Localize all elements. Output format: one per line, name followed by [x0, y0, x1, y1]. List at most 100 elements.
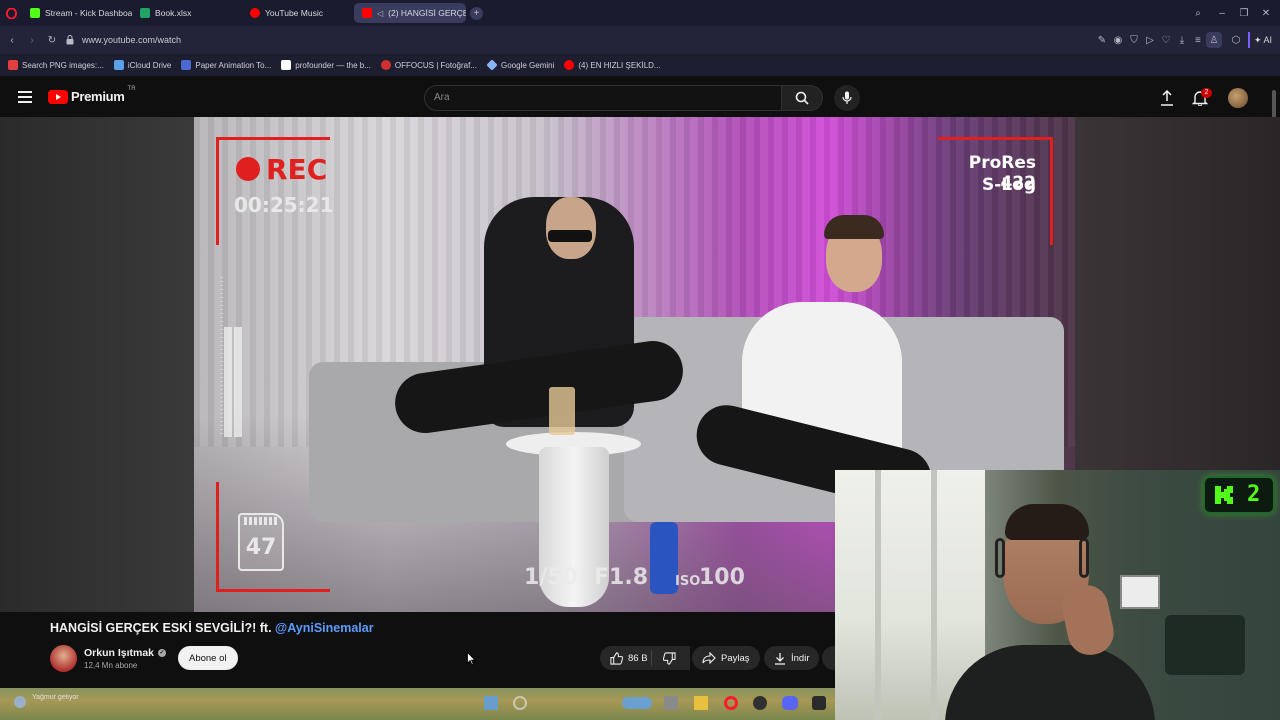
- taskbar-app-icon[interactable]: [812, 696, 826, 710]
- avatar[interactable]: [1228, 88, 1248, 108]
- kick-logo-icon: [1213, 484, 1235, 506]
- back-icon[interactable]: ‹: [4, 32, 20, 48]
- ai-icon: ✦: [1253, 34, 1262, 45]
- maximize-button[interactable]: ❐: [1236, 5, 1252, 21]
- taskbar-app-icon[interactable]: [664, 696, 678, 710]
- weather-text: Yağmur geliyor: [32, 694, 79, 701]
- person-left-head: [546, 197, 596, 259]
- speaker-icon: ◁: [377, 8, 384, 18]
- subscriber-count: 12,4 Mn abone: [84, 661, 138, 670]
- sunglasses: [548, 230, 592, 242]
- screen: Stream - Kick Dashboard Book.xlsx YouTub…: [0, 0, 1280, 720]
- timecode: 00:25:21: [234, 193, 334, 217]
- water-bottle: [650, 522, 678, 594]
- youtube-icon: [362, 8, 372, 18]
- address-bar-row: ‹ › ↻ www.youtube.com/watch ✎ ◉ ⛉ ▷ ♡ ⤓ …: [0, 26, 1280, 54]
- weather-icon[interactable]: [14, 696, 26, 708]
- opera-logo-icon[interactable]: [0, 7, 22, 19]
- streamer-hair: [1005, 504, 1089, 540]
- close-window-button[interactable]: ✕: [1258, 5, 1274, 21]
- notification-count-badge: 2: [1201, 88, 1212, 98]
- mouse-cursor-icon: [467, 651, 476, 670]
- taskbar-search-icon[interactable]: [513, 696, 527, 710]
- play-icon[interactable]: ▷: [1142, 32, 1158, 48]
- hamburger-menu-icon[interactable]: [18, 91, 32, 103]
- video-title: HANGİSİ GERÇEK ESKİ SEVGİLİ?! ft. @AyniS…: [50, 621, 374, 635]
- divider: [1247, 32, 1250, 48]
- extensions-icon[interactable]: ⬡: [1228, 32, 1244, 48]
- window-frame: [931, 470, 937, 720]
- file-explorer-icon[interactable]: [694, 696, 708, 710]
- drink-glass: [549, 387, 575, 435]
- browser-tab-bar: Stream - Kick Dashboard Book.xlsx YouTub…: [0, 0, 1280, 26]
- bookmark-item[interactable]: iCloud Drive: [113, 60, 171, 70]
- taskbar-app-icon[interactable]: [622, 697, 652, 709]
- iso-label: ISO: [675, 574, 701, 589]
- kick-viewer-count: 2: [1247, 482, 1261, 507]
- more-actions-button[interactable]: [822, 646, 836, 670]
- ai-button[interactable]: ✦ AI: [1254, 35, 1272, 46]
- kick-viewer-badge: 2: [1203, 476, 1275, 514]
- bookmark-item[interactable]: (4) EN HIZLI ŞEKİLD...: [564, 60, 661, 70]
- log-profile-label: S-Log: [982, 175, 1036, 195]
- heart-icon[interactable]: ♡: [1158, 32, 1174, 48]
- webcam-overlay: 2: [835, 470, 1280, 720]
- shutter-speed: 1/50: [524, 565, 578, 590]
- lock-icon: [62, 32, 78, 48]
- youtube-music-icon: [250, 8, 260, 18]
- bookmark-item[interactable]: Search PNG images:...: [8, 60, 104, 70]
- video-ambient-right: [1075, 117, 1280, 470]
- taskbar-glass: [0, 688, 835, 720]
- thumbs-up-icon: [610, 651, 623, 665]
- verified-icon: ✓: [158, 649, 167, 657]
- channel-name[interactable]: Orkun Işıtmak ✓: [84, 647, 167, 659]
- windows-start-icon[interactable]: [484, 696, 498, 710]
- microphone-icon: [842, 91, 852, 104]
- bookmark-item[interactable]: Paper Animation To...: [181, 60, 271, 70]
- rec-dot-icon: [236, 157, 260, 181]
- youtube-premium-logo[interactable]: Premium TR: [48, 86, 136, 104]
- tab-book-xlsx[interactable]: Book.xlsx: [132, 3, 242, 23]
- edit-icon[interactable]: ✎: [1094, 32, 1110, 48]
- youtube-logo-icon: [48, 89, 68, 104]
- bookmark-item[interactable]: OFFOCUS | Fotoğraf...: [380, 60, 477, 70]
- opera-taskbar-icon[interactable]: [724, 696, 738, 710]
- tab-kick-dashboard[interactable]: Stream - Kick Dashboard: [22, 3, 132, 23]
- url-field[interactable]: www.youtube.com/watch: [82, 35, 181, 45]
- audio-meter-scale: [220, 277, 223, 437]
- excel-icon: [140, 8, 150, 18]
- download-icon: [775, 652, 785, 665]
- gemini-icon: [486, 59, 498, 71]
- forward-icon[interactable]: ›: [24, 32, 40, 48]
- headphones-left: [995, 538, 1005, 578]
- windows-taskbar: Yağmur geliyor: [0, 688, 835, 720]
- minimize-button[interactable]: –: [1214, 5, 1230, 21]
- new-tab-button[interactable]: +: [470, 6, 483, 20]
- sd-card-pins: [244, 517, 278, 525]
- channel-avatar[interactable]: [50, 645, 77, 672]
- discord-icon[interactable]: [782, 696, 798, 710]
- download-button[interactable]: İndir: [764, 646, 820, 670]
- subscribe-button[interactable]: Abone ol: [178, 646, 238, 670]
- bookmark-item[interactable]: profounder — the b...: [281, 60, 371, 70]
- search-input[interactable]: Ara: [424, 85, 782, 111]
- bookmark-item[interactable]: Google Gemini: [486, 59, 554, 71]
- profile-icon[interactable]: ♙: [1205, 32, 1222, 48]
- tab-youtube-music[interactable]: YouTube Music: [242, 3, 352, 23]
- video-ambient-left: [0, 117, 194, 612]
- mention-link[interactable]: @AyniSinemalar: [275, 621, 374, 635]
- aperture-value: F1.8: [594, 565, 649, 590]
- menu-icon[interactable]: ≡: [1190, 32, 1206, 48]
- search-tabs-icon[interactable]: ⌕: [1190, 5, 1206, 21]
- dislike-button[interactable]: [652, 646, 686, 670]
- camera-icon[interactable]: ◉: [1110, 32, 1126, 48]
- share-button[interactable]: Paylaş: [692, 646, 760, 670]
- voice-search-button[interactable]: [834, 85, 860, 111]
- download-icon[interactable]: ⤓: [1174, 32, 1190, 48]
- create-upload-icon[interactable]: [1160, 89, 1174, 111]
- shield-icon[interactable]: ⛉: [1126, 32, 1142, 48]
- taskbar-app-icon[interactable]: [753, 696, 767, 710]
- search-button[interactable]: [781, 85, 823, 111]
- reload-icon[interactable]: ↻: [44, 32, 60, 48]
- tab-youtube-video[interactable]: ◁ (2) HANGİSİ GERÇEK: [354, 3, 466, 23]
